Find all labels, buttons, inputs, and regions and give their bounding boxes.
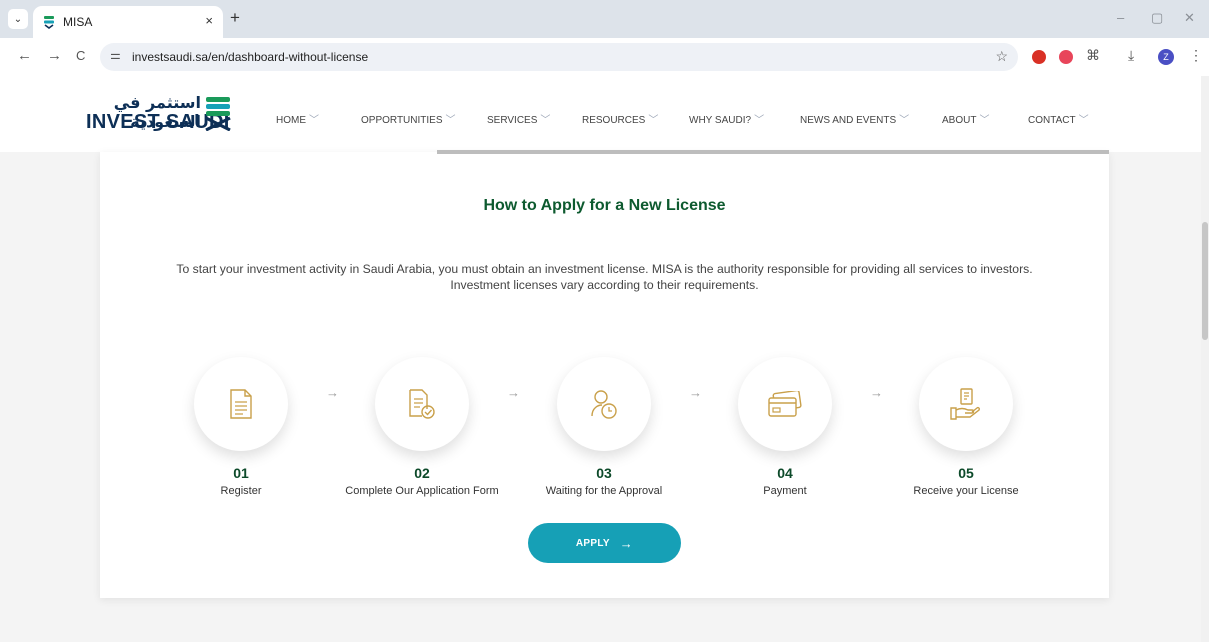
- browser-menu-icon[interactable]: ⋮: [1189, 47, 1203, 64]
- chevron-down-icon: ﹀: [540, 115, 551, 126]
- url-text[interactable]: investsaudi.sa/en/dashboard-without-lice…: [132, 50, 368, 64]
- browser-tab-bar: ⌄ MISA × + – ▢ ✕: [0, 0, 1209, 38]
- license-steps-card: How to Apply for a New License To start …: [100, 152, 1109, 598]
- chevron-down-icon: ﹀: [309, 115, 319, 126]
- logo-mark-icon: [205, 97, 231, 131]
- apply-button[interactable]: APPLY →: [528, 523, 681, 563]
- payment-cards-icon: [768, 391, 802, 417]
- bookmark-star-icon[interactable]: ☆: [995, 48, 1008, 65]
- tab-close-icon[interactable]: ×: [205, 13, 213, 28]
- arrow-right-icon: →: [619, 535, 634, 551]
- form-check-icon: [409, 389, 435, 419]
- chevron-down-icon: ﹀: [445, 115, 456, 126]
- invest-saudi-logo[interactable]: استثمر في السعودية INVEST SAUDI: [86, 93, 236, 133]
- nav-resources[interactable]: RESOURCES ﹀: [582, 111, 658, 126]
- extension-red-icon[interactable]: [1032, 50, 1046, 64]
- content-top-strip: [437, 150, 1109, 154]
- chevron-down-icon: ﹀: [899, 115, 910, 126]
- step-circle: [557, 357, 651, 451]
- new-tab-button[interactable]: +: [230, 8, 240, 28]
- step-arrow-icon: →: [507, 385, 520, 400]
- apply-label: APPLY: [575, 537, 610, 549]
- step-application-form: 02 Complete Our Application Form: [342, 357, 502, 517]
- extension-pink-icon[interactable]: [1059, 50, 1073, 64]
- tab-title: MISA: [63, 15, 93, 29]
- restore-window-icon[interactable]: ▢: [1151, 10, 1163, 26]
- nav-services[interactable]: SERVICES ﹀: [487, 111, 550, 126]
- step-number: 03: [596, 465, 612, 481]
- intro-line-2: Investment licenses vary according to th…: [450, 278, 759, 292]
- tab-search-button[interactable]: ⌄: [8, 9, 28, 29]
- step-circle: [194, 357, 288, 451]
- step-register: 01 Register: [161, 357, 321, 517]
- page-scrollbar[interactable]: [1201, 76, 1209, 642]
- step-number: 04: [777, 465, 793, 481]
- browser-toolbar: ← → C ⚌ investsaudi.sa/en/dashboard-with…: [0, 38, 1209, 76]
- profile-avatar[interactable]: Z: [1158, 49, 1174, 65]
- step-number: 05: [958, 465, 974, 481]
- chevron-down-icon: ﹀: [754, 115, 765, 126]
- chevron-down-icon: ﹀: [1078, 115, 1089, 126]
- license-hand-icon: [950, 388, 980, 420]
- step-receive-license: 05 Receive your License: [886, 357, 1046, 517]
- section-title: How to Apply for a New License: [483, 197, 726, 214]
- browser-tab[interactable]: MISA ×: [33, 6, 223, 38]
- scrollbar-thumb[interactable]: [1202, 222, 1208, 340]
- step-waiting-approval: 03 Waiting for the Approval: [524, 357, 684, 517]
- step-label: Register: [220, 485, 262, 497]
- forward-arrow-icon[interactable]: →: [47, 47, 62, 64]
- step-circle: [738, 357, 832, 451]
- step-label: Receive your License: [913, 485, 1019, 497]
- site-info-icon[interactable]: ⚌: [110, 48, 121, 62]
- document-icon: [230, 389, 252, 419]
- step-label: Complete Our Application Form: [345, 485, 499, 497]
- nav-about[interactable]: ABOUT ﹀: [942, 111, 989, 126]
- chevron-down-icon: ﹀: [648, 115, 659, 126]
- nav-why-saudi[interactable]: WHY SAUDI? ﹀: [689, 111, 764, 126]
- user-clock-icon: [591, 390, 617, 419]
- misa-favicon-icon: [44, 16, 54, 29]
- reload-icon[interactable]: C: [76, 48, 85, 63]
- step-circle: [919, 357, 1013, 451]
- chevron-down-icon: ﹀: [979, 115, 990, 126]
- site-header: استثمر في السعودية INVEST SAUDI HOME ﹀ OP…: [0, 76, 1201, 152]
- nav-contact[interactable]: CONTACT ﹀: [1028, 111, 1089, 126]
- step-arrow-icon: →: [689, 385, 702, 400]
- close-window-icon[interactable]: ✕: [1184, 10, 1195, 26]
- address-bar[interactable]: ⚌ investsaudi.sa/en/dashboard-without-li…: [100, 43, 1018, 71]
- nav-opportunities[interactable]: OPPORTUNITIES ﹀: [361, 111, 456, 126]
- step-arrow-icon: →: [326, 385, 339, 400]
- nav-home[interactable]: HOME ﹀: [276, 111, 319, 126]
- back-arrow-icon[interactable]: ←: [17, 47, 32, 64]
- minimize-window-icon[interactable]: –: [1117, 10, 1124, 25]
- step-payment: 04 Payment: [705, 357, 865, 517]
- step-label: Payment: [763, 485, 807, 497]
- step-arrow-icon: →: [870, 385, 883, 400]
- step-number: 01: [233, 465, 249, 481]
- extensions-puzzle-icon[interactable]: ⌘: [1086, 47, 1100, 64]
- step-number: 02: [414, 465, 430, 481]
- download-icon[interactable]: ⤓: [1128, 47, 1134, 64]
- intro-line-1: To start your investment activity in Sau…: [176, 262, 1033, 276]
- intro-text: To start your investment activity in Sau…: [140, 261, 1069, 293]
- step-circle: [375, 357, 469, 451]
- nav-news-and-events[interactable]: NEWS AND EVENTS ﹀: [800, 111, 909, 126]
- step-label: Waiting for the Approval: [545, 485, 663, 497]
